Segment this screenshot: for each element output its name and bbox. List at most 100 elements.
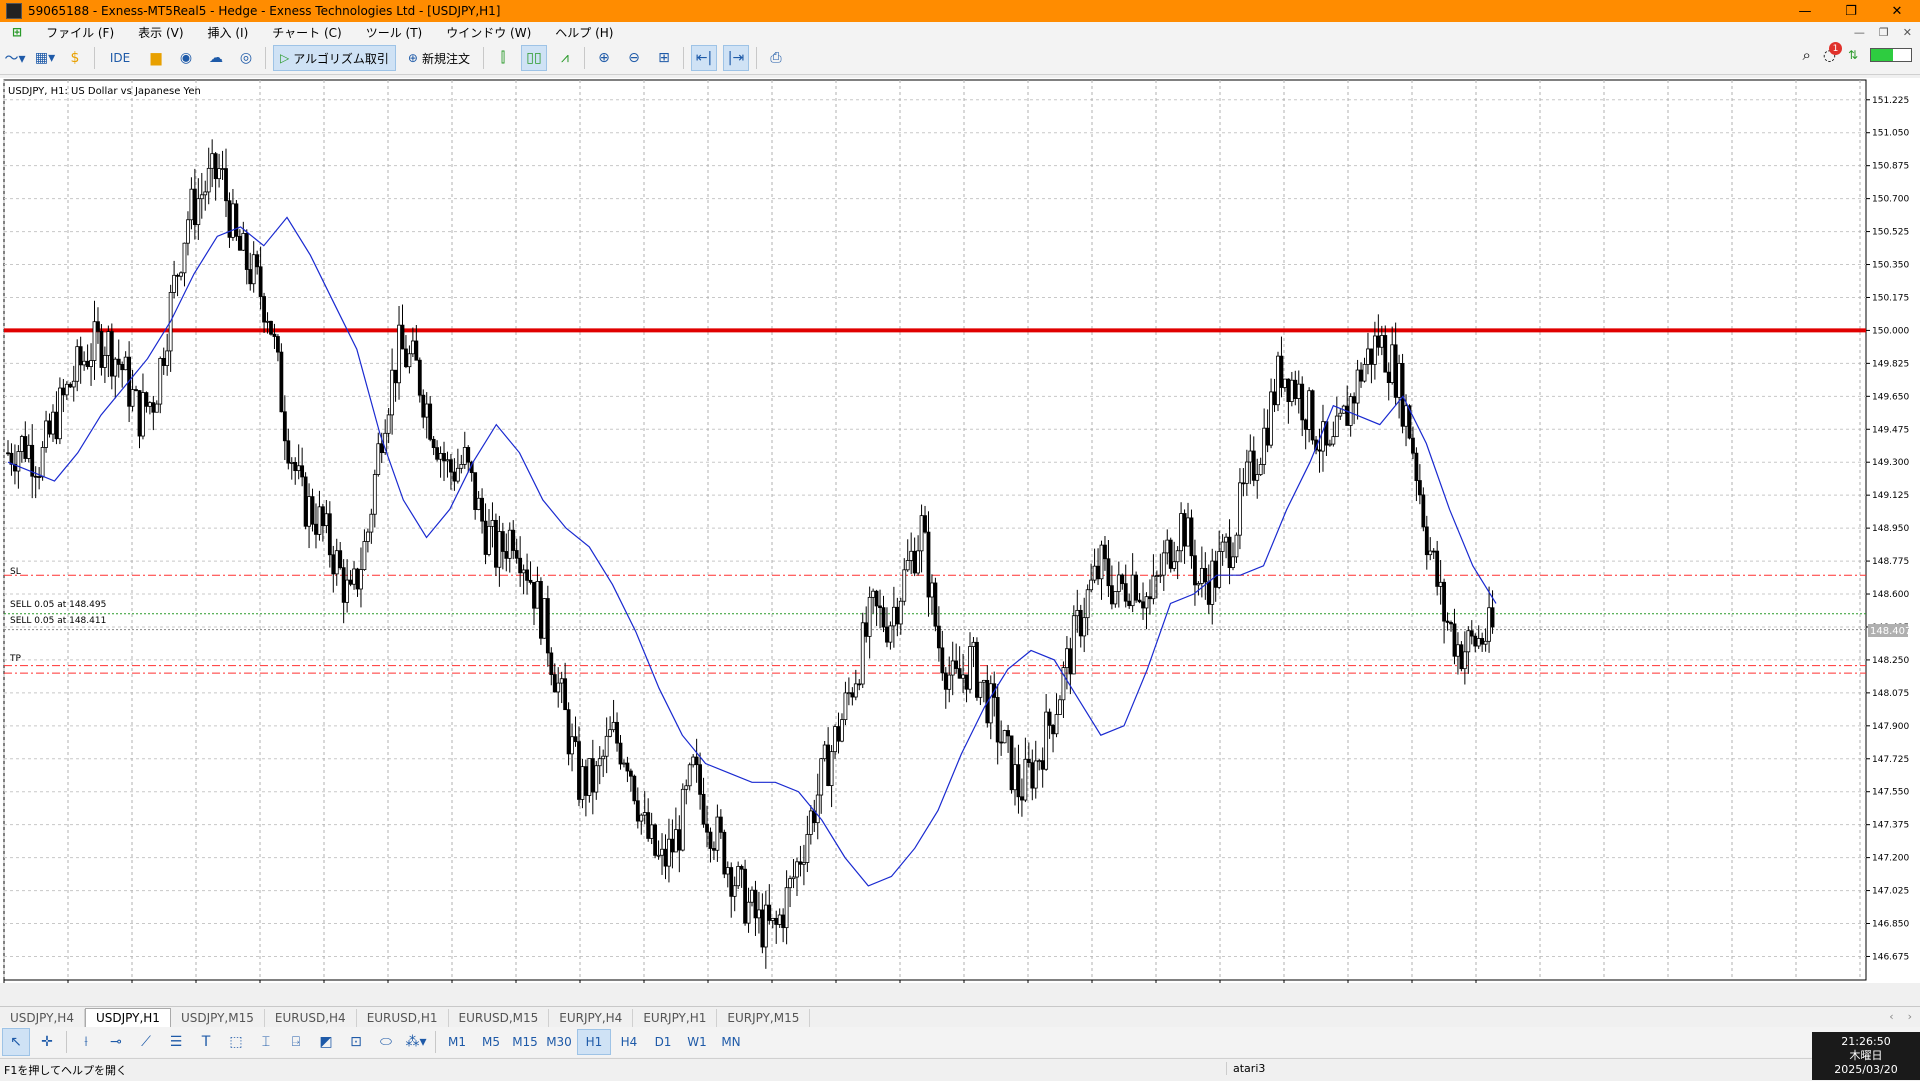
menu-file[interactable]: ファイル (F) [34,24,126,41]
candle-bear [279,351,284,413]
timeframe-h1[interactable]: H1 [577,1029,611,1055]
candle-bull [1487,607,1491,642]
tab-scroll-left-icon[interactable]: ‹ [1889,1010,1893,1023]
bar-chart-icon[interactable]: ⫿ [491,46,515,70]
chart-type-icon[interactable]: ▦▾ [33,46,57,70]
shapes-menu-icon[interactable]: ⁂▾ [403,1029,429,1055]
tab-scroll-right-icon[interactable]: › [1908,1010,1912,1023]
search-icon[interactable]: ⌕ [1802,46,1810,64]
tab-eurjpy-m15[interactable]: EURJPY,M15 [717,1009,811,1027]
candle-bull [788,878,792,889]
community-icon[interactable]: ◎ [234,46,258,70]
new-order-icon: ⊕ [407,51,418,65]
new-order-button[interactable]: ⊕ 新規注文 [402,46,476,70]
candle-bear [258,266,263,297]
candle-bull [1366,348,1370,365]
candle-bear [504,551,509,559]
candle-bear [61,387,66,396]
candle-bull [559,678,564,684]
ide-button[interactable]: IDE [102,46,138,70]
candle-bear [670,838,675,853]
rectangle-icon[interactable]: ⬚ [223,1029,249,1055]
price-axis: 151.225 151.050 150.875 150.700 150.525 150.3… [1866,96,1909,962]
timeframe-d1[interactable]: D1 [647,1030,679,1054]
menu-chart[interactable]: チャート (C) [260,24,353,41]
arrow-shape-icon[interactable]: ⍈ [283,1029,309,1055]
timeframe-m30[interactable]: M30 [543,1030,575,1054]
tab-eurjpy-h4[interactable]: EURJPY,H4 [549,1009,634,1027]
text-tool-icon[interactable]: T [193,1029,219,1055]
menu-window[interactable]: ウインドウ (W) [434,24,543,41]
mdi-close-button[interactable]: ✕ [1903,26,1912,39]
market-bag-icon[interactable]: ▆ [144,46,168,70]
tab-eurusd-m15[interactable]: EURUSD,M15 [449,1009,550,1027]
candle-bear [1006,730,1010,737]
candle-bear [739,866,744,870]
profile-name[interactable]: atari3 [1226,1062,1265,1075]
chart-shift-icon[interactable]: |⇥ [722,45,749,71]
tab-eurusd-h4[interactable]: EURUSD,H4 [265,1009,357,1027]
button-object-icon[interactable]: ⊡ [343,1029,369,1055]
taskbar-clock[interactable]: 21:26:50 木曜日 2025/03/20 [1812,1032,1920,1080]
tab-eurusd-h1[interactable]: EURUSD,H1 [357,1009,449,1027]
line-type-icon[interactable]: ⩘ [553,46,577,70]
candle-bull [891,606,896,627]
timeframe-m15[interactable]: M15 [509,1030,541,1054]
app-menu-icon[interactable]: ⊞ [0,25,34,39]
tile-windows-icon[interactable]: ⊞ [652,46,676,70]
chart-area[interactable]: 151.225 151.050 150.875 150.700 150.525 150.3… [0,78,1920,994]
screenshot-icon[interactable]: ⎙ [764,46,788,70]
cursor-icon[interactable]: ↖ [2,1028,30,1056]
zoom-in-icon[interactable]: ⊕ [592,46,616,70]
tab-usdjpy-m15[interactable]: USDJPY,M15 [171,1009,265,1027]
candle-bear [653,824,658,856]
candle-bear [1469,630,1474,637]
trendline-icon[interactable]: ⟋ [133,1029,159,1055]
chart-object-icon[interactable]: ◩ [313,1029,339,1055]
vertical-line-icon[interactable]: ⟊ [73,1029,99,1055]
timeframe-m1[interactable]: M1 [441,1030,473,1054]
timeframe-w1[interactable]: W1 [681,1030,713,1054]
channel-icon[interactable]: ☰ [163,1029,189,1055]
clock-date: 2025/03/20 [1834,1063,1898,1076]
price-chart[interactable]: 151.225 151.050 150.875 150.700 150.525 150.3… [0,78,1920,994]
candle-bull [154,403,159,413]
text-label-icon[interactable]: ⌶ [253,1029,279,1055]
tab-eurjpy-h1[interactable]: EURJPY,H1 [633,1009,718,1027]
timeframe-m5[interactable]: M5 [475,1030,507,1054]
mdi-restore-button[interactable]: ❐ [1879,26,1889,39]
candle-bear [1026,758,1031,764]
timeframe-mn[interactable]: MN [715,1030,747,1054]
close-button[interactable]: ✕ [1874,0,1920,22]
horizontal-line-icon[interactable]: ⊸ [103,1029,129,1055]
candle-bear [303,476,308,527]
menu-insert[interactable]: 挿入 (I) [196,24,261,41]
maximize-button[interactable]: ❐ [1828,0,1874,22]
market-watch-icon[interactable]: $ [63,46,87,70]
auto-scroll-icon[interactable]: ⇤| [690,45,717,71]
ellipse-icon[interactable]: ⬭ [373,1029,399,1055]
algo-trading-button[interactable]: ▷ アルゴリズム取引 [273,45,396,71]
crosshair-icon[interactable]: ✛ [34,1029,60,1055]
signals-icon[interactable]: ◉ [174,46,198,70]
line-chart-icon[interactable]: 〜▾ [3,46,27,70]
mdi-minimize-button[interactable]: — [1854,26,1865,39]
vps-cloud-icon[interactable]: ☁ [204,46,228,70]
menu-help[interactable]: ヘルプ (H) [543,24,625,41]
candle-bull [1210,560,1215,605]
candle-bull [1099,544,1104,580]
candle-bull [1372,335,1377,365]
tab-usdjpy-h4[interactable]: USDJPY,H4 [0,1009,85,1027]
menu-tools[interactable]: ツール (T) [354,24,435,41]
candle-bull [795,861,799,878]
candle-bull [898,600,903,625]
candle-bear [338,550,343,569]
candle-bear [975,641,979,698]
candlestick-icon[interactable]: ▯▯ [520,45,547,71]
notifications-icon[interactable]: ◌ 1 [1823,42,1842,64]
minimize-button[interactable]: — [1782,0,1828,22]
menu-view[interactable]: 表示 (V) [126,24,195,41]
timeframe-h4[interactable]: H4 [613,1030,645,1054]
tab-usdjpy-h1[interactable]: USDJPY,H1 [84,1008,171,1027]
zoom-out-icon[interactable]: ⊖ [622,46,646,70]
